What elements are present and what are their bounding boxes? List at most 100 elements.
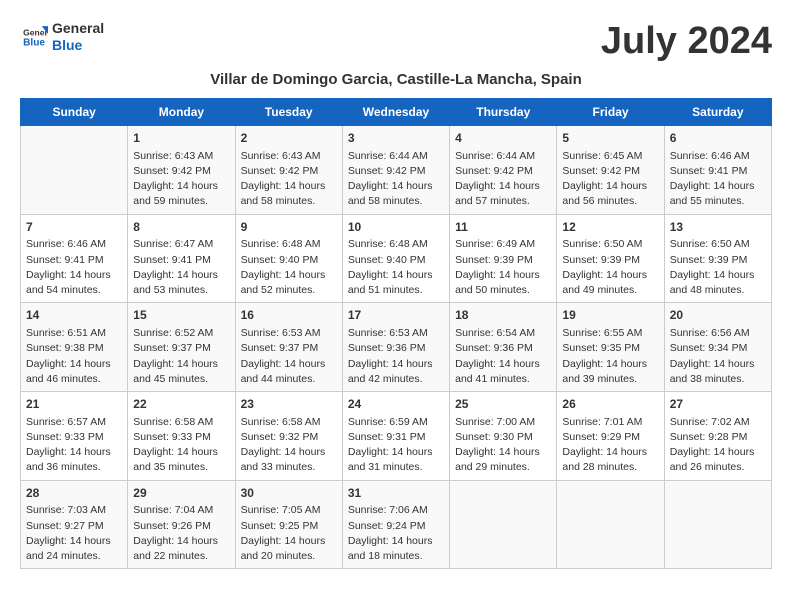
day-number: 3	[348, 130, 444, 147]
day-number: 6	[670, 130, 766, 147]
weekday-header-monday: Monday	[128, 99, 235, 126]
calendar-cell	[21, 126, 128, 215]
calendar-cell: 28Sunrise: 7:03 AM Sunset: 9:27 PM Dayli…	[21, 480, 128, 569]
day-number: 22	[133, 396, 229, 413]
logo-icon: General Blue	[20, 23, 48, 51]
day-number: 30	[241, 485, 337, 502]
day-number: 17	[348, 307, 444, 324]
calendar-week-row: 28Sunrise: 7:03 AM Sunset: 9:27 PM Dayli…	[21, 480, 772, 569]
day-number: 8	[133, 219, 229, 236]
calendar-cell: 24 Sunrise: 6:59 AM Sunset: 9:31 PM Dayli…	[342, 392, 449, 481]
page-header: General Blue General Blue July 2024	[20, 20, 772, 63]
calendar-cell: 27 Sunrise: 7:02 AM Sunset: 9:28 PM Dayli…	[664, 392, 771, 481]
day-info: Sunrise: 6:49 AM Sunset: 9:39 PM Dayligh…	[455, 237, 551, 298]
calendar-cell: 23Sunrise: 6:58 AM Sunset: 9:32 PM Dayli…	[235, 392, 342, 481]
day-number: 1	[133, 130, 229, 147]
calendar-cell: 6 Sunrise: 6:46 AM Sunset: 9:41 PM Daylig…	[664, 126, 771, 215]
calendar-cell	[664, 480, 771, 569]
weekday-header-wednesday: Wednesday	[342, 99, 449, 126]
day-info: Sunrise: 7:05 AM Sunset: 9:25 PM Dayligh…	[241, 503, 337, 564]
day-info: Sunrise: 6:47 AM Sunset: 9:41 PM Dayligh…	[133, 237, 229, 298]
calendar-cell: 16Sunrise: 6:53 AM Sunset: 9:37 PM Dayli…	[235, 303, 342, 392]
calendar-cell: 22 Sunrise: 6:58 AM Sunset: 9:33 PM Dayli…	[128, 392, 235, 481]
day-info: Sunrise: 6:44 AM Sunset: 9:42 PM Dayligh…	[348, 149, 444, 210]
day-number: 2	[241, 130, 337, 147]
weekday-header-tuesday: Tuesday	[235, 99, 342, 126]
calendar-cell: 19Sunrise: 6:55 AM Sunset: 9:35 PM Dayli…	[557, 303, 664, 392]
calendar-cell: 1 Sunrise: 6:43 AM Sunset: 9:42 PM Daylig…	[128, 126, 235, 215]
calendar-cell: 5 Sunrise: 6:45 AM Sunset: 9:42 PM Daylig…	[557, 126, 664, 215]
calendar-cell	[557, 480, 664, 569]
svg-text:Blue: Blue	[23, 37, 45, 48]
day-info: Sunrise: 7:03 AM Sunset: 9:27 PM Dayligh…	[26, 503, 122, 564]
day-info: Sunrise: 6:45 AM Sunset: 9:42 PM Dayligh…	[562, 149, 658, 210]
day-info: Sunrise: 6:43 AM Sunset: 9:42 PM Dayligh…	[241, 149, 337, 210]
day-number: 31	[348, 485, 444, 502]
weekday-header-saturday: Saturday	[664, 99, 771, 126]
calendar-cell: 21 Sunrise: 6:57 AM Sunset: 9:33 PM Dayli…	[21, 392, 128, 481]
calendar-cell	[450, 480, 557, 569]
day-info: Sunrise: 6:48 AM Sunset: 9:40 PM Dayligh…	[348, 237, 444, 298]
day-info: Sunrise: 6:48 AM Sunset: 9:40 PM Dayligh…	[241, 237, 337, 298]
day-info: Sunrise: 6:43 AM Sunset: 9:42 PM Dayligh…	[133, 149, 229, 210]
calendar-cell: 17 Sunrise: 6:53 AM Sunset: 9:36 PM Dayli…	[342, 303, 449, 392]
day-number: 24	[348, 396, 444, 413]
day-info: Sunrise: 6:51 AM Sunset: 9:38 PM Dayligh…	[26, 326, 122, 387]
calendar-cell: 18 Sunrise: 6:54 AM Sunset: 9:36 PM Dayli…	[450, 303, 557, 392]
day-info: Sunrise: 6:53 AM Sunset: 9:37 PM Dayligh…	[241, 326, 337, 387]
day-info: Sunrise: 6:58 AM Sunset: 9:33 PM Dayligh…	[133, 415, 229, 476]
calendar-cell: 3 Sunrise: 6:44 AM Sunset: 9:42 PM Daylig…	[342, 126, 449, 215]
day-number: 12	[562, 219, 658, 236]
calendar-cell: 25Sunrise: 7:00 AM Sunset: 9:30 PM Dayli…	[450, 392, 557, 481]
day-number: 20	[670, 307, 766, 324]
day-number: 18	[455, 307, 551, 324]
day-info: Sunrise: 7:01 AM Sunset: 9:29 PM Dayligh…	[562, 415, 658, 476]
day-info: Sunrise: 6:52 AM Sunset: 9:37 PM Dayligh…	[133, 326, 229, 387]
weekday-header-thursday: Thursday	[450, 99, 557, 126]
calendar-cell: 4 Sunrise: 6:44 AM Sunset: 9:42 PM Daylig…	[450, 126, 557, 215]
logo-general: General	[52, 20, 104, 37]
calendar-cell: 20Sunrise: 6:56 AM Sunset: 9:34 PM Dayli…	[664, 303, 771, 392]
calendar-week-row: 14 Sunrise: 6:51 AM Sunset: 9:38 PM Dayli…	[21, 303, 772, 392]
day-info: Sunrise: 6:53 AM Sunset: 9:36 PM Dayligh…	[348, 326, 444, 387]
calendar-cell: 12Sunrise: 6:50 AM Sunset: 9:39 PM Dayli…	[557, 214, 664, 303]
calendar-cell: 11Sunrise: 6:49 AM Sunset: 9:39 PM Dayli…	[450, 214, 557, 303]
calendar-cell: 30Sunrise: 7:05 AM Sunset: 9:25 PM Dayli…	[235, 480, 342, 569]
calendar-cell: 7Sunrise: 6:46 AM Sunset: 9:41 PM Daylig…	[21, 214, 128, 303]
day-number: 7	[26, 219, 122, 236]
calendar-week-row: 7Sunrise: 6:46 AM Sunset: 9:41 PM Daylig…	[21, 214, 772, 303]
day-info: Sunrise: 7:06 AM Sunset: 9:24 PM Dayligh…	[348, 503, 444, 564]
day-number: 14	[26, 307, 122, 324]
day-info: Sunrise: 7:04 AM Sunset: 9:26 PM Dayligh…	[133, 503, 229, 564]
calendar-cell: 29Sunrise: 7:04 AM Sunset: 9:26 PM Dayli…	[128, 480, 235, 569]
calendar-cell: 26 Sunrise: 7:01 AM Sunset: 9:29 PM Dayli…	[557, 392, 664, 481]
day-number: 10	[348, 219, 444, 236]
day-number: 4	[455, 130, 551, 147]
day-number: 11	[455, 219, 551, 236]
day-info: Sunrise: 6:54 AM Sunset: 9:36 PM Dayligh…	[455, 326, 551, 387]
day-number: 27	[670, 396, 766, 413]
day-info: Sunrise: 6:59 AM Sunset: 9:31 PM Dayligh…	[348, 415, 444, 476]
calendar-cell: 31Sunrise: 7:06 AM Sunset: 9:24 PM Dayli…	[342, 480, 449, 569]
day-number: 13	[670, 219, 766, 236]
day-number: 29	[133, 485, 229, 502]
day-number: 19	[562, 307, 658, 324]
day-info: Sunrise: 7:02 AM Sunset: 9:28 PM Dayligh…	[670, 415, 766, 476]
day-number: 9	[241, 219, 337, 236]
day-info: Sunrise: 6:50 AM Sunset: 9:39 PM Dayligh…	[670, 237, 766, 298]
day-number: 5	[562, 130, 658, 147]
day-number: 26	[562, 396, 658, 413]
logo: General Blue General Blue	[20, 20, 104, 54]
day-info: Sunrise: 6:57 AM Sunset: 9:33 PM Dayligh…	[26, 415, 122, 476]
calendar-subtitle: Villar de Domingo Garcia, Castille-La Ma…	[20, 71, 772, 88]
day-info: Sunrise: 6:50 AM Sunset: 9:39 PM Dayligh…	[562, 237, 658, 298]
day-info: Sunrise: 6:46 AM Sunset: 9:41 PM Dayligh…	[670, 149, 766, 210]
calendar-week-row: 1 Sunrise: 6:43 AM Sunset: 9:42 PM Daylig…	[21, 126, 772, 215]
calendar-table: SundayMondayTuesdayWednesdayThursdayFrid…	[20, 98, 772, 569]
day-number: 15	[133, 307, 229, 324]
day-info: Sunrise: 6:44 AM Sunset: 9:42 PM Dayligh…	[455, 149, 551, 210]
day-info: Sunrise: 6:46 AM Sunset: 9:41 PM Dayligh…	[26, 237, 122, 298]
day-number: 23	[241, 396, 337, 413]
calendar-cell: 14 Sunrise: 6:51 AM Sunset: 9:38 PM Dayli…	[21, 303, 128, 392]
day-number: 21	[26, 396, 122, 413]
